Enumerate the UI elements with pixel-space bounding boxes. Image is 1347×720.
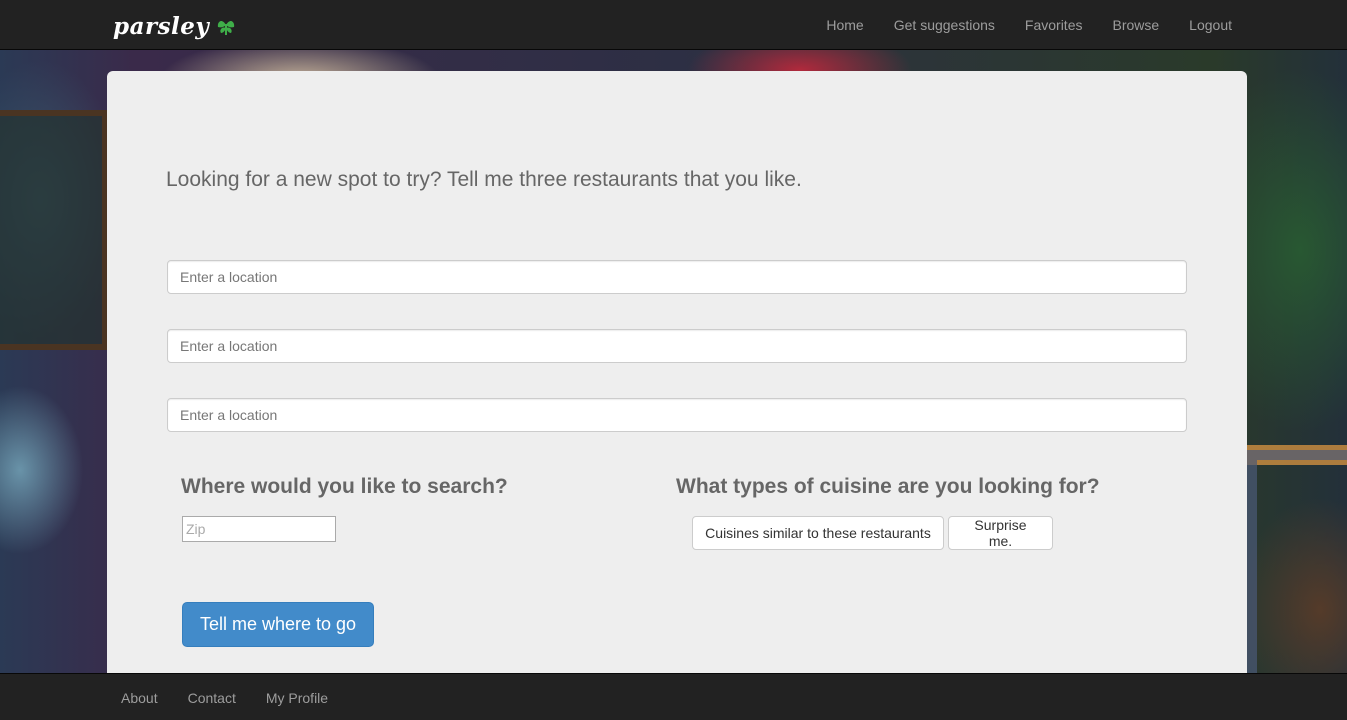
- brand-logo[interactable]: parsley: [113, 10, 237, 42]
- footer-about[interactable]: About: [106, 690, 173, 706]
- nav-get-suggestions[interactable]: Get suggestions: [879, 0, 1010, 50]
- top-navbar: parsley Home Get suggestions Favorites B…: [0, 0, 1347, 50]
- leaf-icon: [215, 15, 237, 37]
- submit-button[interactable]: Tell me where to go: [182, 602, 374, 647]
- location-input-2[interactable]: [167, 329, 1187, 363]
- zip-input[interactable]: [182, 516, 336, 542]
- brand-name: parsley: [113, 12, 210, 40]
- lead-text: Looking for a new spot to try? Tell me t…: [166, 168, 802, 191]
- cuisine-title: What types of cuisine are you looking fo…: [676, 475, 1100, 498]
- location-input-1[interactable]: [167, 260, 1187, 294]
- footer-links: About Contact My Profile: [106, 674, 343, 720]
- nav-logout[interactable]: Logout: [1174, 0, 1247, 50]
- location-input-3[interactable]: [167, 398, 1187, 432]
- footer-contact[interactable]: Contact: [173, 690, 251, 706]
- footer: About Contact My Profile: [0, 673, 1347, 720]
- main-panel: Looking for a new spot to try? Tell me t…: [107, 71, 1247, 673]
- nav-browse[interactable]: Browse: [1097, 0, 1174, 50]
- surprise-me-button[interactable]: Surprise me.: [948, 516, 1053, 550]
- footer-my-profile[interactable]: My Profile: [251, 690, 343, 706]
- cuisines-similar-button[interactable]: Cuisines similar to these restaurants: [692, 516, 944, 550]
- nav-home[interactable]: Home: [811, 0, 878, 50]
- background-chalkboard: [0, 110, 108, 350]
- search-area-title: Where would you like to search?: [181, 475, 508, 498]
- nav-links: Home Get suggestions Favorites Browse Lo…: [811, 0, 1247, 50]
- nav-favorites[interactable]: Favorites: [1010, 0, 1098, 50]
